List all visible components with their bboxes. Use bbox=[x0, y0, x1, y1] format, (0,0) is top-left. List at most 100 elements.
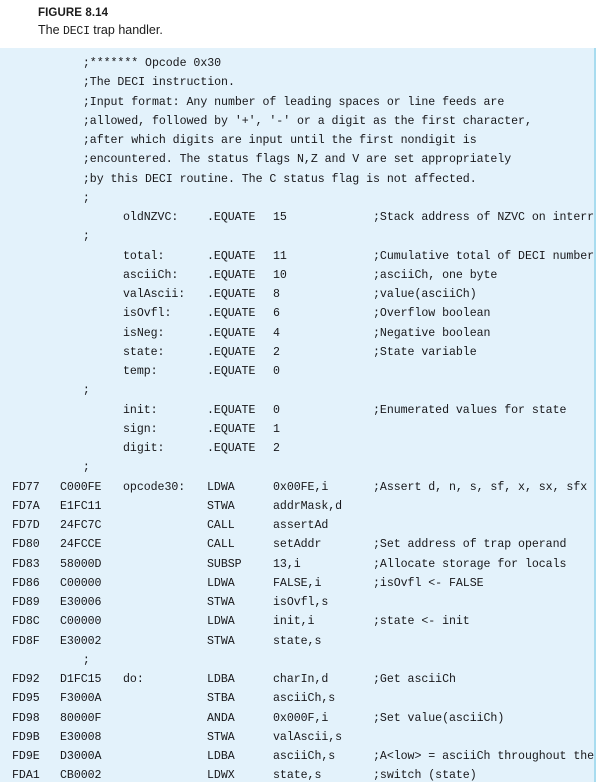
operand-cell: assertAd bbox=[273, 519, 329, 532]
listing-code-row: FD8C C00000 LDWA init,i ;state <- init bbox=[0, 612, 594, 631]
mnemonic-cell: STBA bbox=[207, 692, 235, 706]
symbol-cell: state: bbox=[123, 345, 165, 359]
object-code-cell: D1FC15 bbox=[60, 673, 102, 686]
mnemonic-cell: LDWX bbox=[207, 769, 235, 782]
mnemonic-cell: .EQUATE bbox=[207, 365, 256, 378]
mnemonic-cell: .EQUATE bbox=[207, 249, 256, 263]
mnemonic-cell: STWA bbox=[207, 499, 235, 513]
comment-text: ;allowed, followed by '+', '-' or a digi… bbox=[0, 114, 532, 128]
comment-cell: ;state <- init bbox=[373, 615, 470, 629]
address-cell: FDA1 bbox=[12, 769, 40, 782]
operand-cell: 0 bbox=[273, 365, 280, 378]
object-code-cell: E30002 bbox=[60, 634, 102, 648]
symbol-cell: sign: bbox=[123, 422, 158, 436]
listing-code-row: FD80 24FCCE CALL setAddr ;Set address of tra… bbox=[0, 535, 594, 554]
comment-text: ;encountered. The status flags N,Z and V… bbox=[0, 153, 512, 167]
object-code-cell: C00000 bbox=[60, 615, 102, 629]
operand-cell: state,s bbox=[273, 769, 322, 782]
mnemonic-cell: .EQUATE bbox=[207, 345, 256, 359]
operand-cell: 1 bbox=[273, 422, 280, 436]
object-code-cell: E1FC11 bbox=[60, 499, 102, 513]
listing-equate-row: init: .EQUATE 0 ;Enumerated values for stat… bbox=[0, 401, 594, 420]
mnemonic-cell: CALL bbox=[207, 538, 235, 552]
address-cell: FD7D bbox=[12, 519, 40, 532]
address-cell: FD77 bbox=[12, 480, 40, 494]
mnemonic-cell: CALL bbox=[207, 519, 235, 532]
mnemonic-cell: .EQUATE bbox=[207, 307, 256, 321]
comment-cell: ;Allocate storage for locals bbox=[373, 557, 567, 571]
comment-cell: ;Set address of trap operand bbox=[373, 538, 567, 552]
address-cell: FD8F bbox=[12, 634, 40, 648]
listing-code-row: FDA1 CB0002 LDWX state,s ;switch (state) bbox=[0, 766, 594, 782]
listing-comment-line: ; bbox=[0, 227, 594, 246]
listing-equate-row: digit: .EQUATE 2 bbox=[0, 439, 594, 458]
operand-cell: addrMask,d bbox=[273, 499, 343, 513]
object-code-cell: 58000D bbox=[60, 557, 102, 571]
operand-cell: 4 bbox=[273, 326, 280, 340]
symbol-cell: isOvfl: bbox=[123, 307, 172, 321]
listing-code-row: FD95 F3000A STBA asciiCh,s bbox=[0, 689, 594, 708]
mnemonic-cell: .EQUATE bbox=[207, 442, 256, 455]
mnemonic-cell: ANDA bbox=[207, 711, 235, 725]
listing-comment-line: ;The DECI instruction. bbox=[0, 73, 594, 92]
mnemonic-cell: .EQUATE bbox=[207, 403, 256, 417]
symbol-cell: opcode30: bbox=[123, 480, 186, 494]
symbol-cell: asciiCh: bbox=[123, 268, 179, 282]
listing-code-row: FD9B E30008 STWA valAscii,s bbox=[0, 728, 594, 747]
mnemonic-cell: LDBA bbox=[207, 673, 235, 686]
mnemonic-cell: LDWA bbox=[207, 480, 235, 494]
operand-cell: 15 bbox=[273, 211, 287, 224]
object-code-cell: 24FCCE bbox=[60, 538, 102, 552]
listing-code-row: FD86 C00000 LDWA FALSE,i ;isOvfl <- FALSE bbox=[0, 574, 594, 593]
object-code-cell: E30008 bbox=[60, 730, 102, 744]
symbol-cell: temp: bbox=[123, 365, 158, 378]
listing-comment-line: ;allowed, followed by '+', '-' or a digi… bbox=[0, 112, 594, 131]
listing-equate-row: oldNZVC: .EQUATE 15 ;Stack address of NZVC … bbox=[0, 208, 594, 227]
comment-cell: ;Set value(asciiCh) bbox=[373, 711, 505, 725]
listing-comment-line: ; bbox=[0, 381, 594, 400]
mnemonic-cell: LDWA bbox=[207, 576, 235, 590]
listing-code-row: FD98 80000F ANDA 0x000F,i ;Set value(asciiCh… bbox=[0, 709, 594, 728]
operand-cell: 10 bbox=[273, 268, 287, 282]
mnemonic-cell: STWA bbox=[207, 634, 235, 648]
listing-comment-line: ;encountered. The status flags N,Z and V… bbox=[0, 150, 594, 169]
operand-cell: 0x000F,i bbox=[273, 711, 329, 725]
operand-cell: 6 bbox=[273, 307, 280, 321]
object-code-cell: E30006 bbox=[60, 596, 102, 609]
mnemonic-cell: SUBSP bbox=[207, 557, 242, 571]
object-code-cell: F3000A bbox=[60, 692, 102, 706]
listing-code-row: FD77 C000FE opcode30: LDWA 0x00FE,i ;Assert d… bbox=[0, 478, 594, 497]
comment-cell: ;Stack address of NZVC on interrupt bbox=[373, 211, 596, 224]
operand-cell: 11 bbox=[273, 249, 287, 263]
operand-cell: 2 bbox=[273, 345, 280, 359]
address-cell: FD95 bbox=[12, 692, 40, 706]
comment-text: ; bbox=[0, 230, 90, 244]
symbol-cell: init: bbox=[123, 403, 158, 417]
listing-comment-line: ;Input format: Any number of leading spa… bbox=[0, 93, 594, 112]
symbol-cell: isNeg: bbox=[123, 326, 165, 340]
operand-cell: 8 bbox=[273, 288, 280, 301]
figure-label: FIGURE 8.14 bbox=[38, 7, 109, 19]
listing-equate-row: state: .EQUATE 2 ;State variable bbox=[0, 343, 594, 362]
caption-suffix: trap handler. bbox=[89, 23, 163, 37]
object-code-cell: C000FE bbox=[60, 480, 102, 494]
mnemonic-cell: .EQUATE bbox=[207, 211, 256, 224]
listing-comment-line: ;by this DECI routine. The C status flag… bbox=[0, 170, 594, 189]
listing-comment-line: ;******* Opcode 0x30 bbox=[0, 54, 594, 73]
address-cell: FD7A bbox=[12, 499, 40, 513]
listing-code-row: FD7D 24FC7C CALL assertAd bbox=[0, 516, 594, 535]
comment-text: ;The DECI instruction. bbox=[0, 76, 235, 90]
mnemonic-cell: .EQUATE bbox=[207, 268, 256, 282]
symbol-cell: digit: bbox=[123, 442, 165, 455]
address-cell: FD92 bbox=[12, 673, 40, 686]
address-cell: FD89 bbox=[12, 596, 40, 609]
figure-caption: The DECI trap handler. bbox=[38, 22, 596, 40]
operand-cell: 13,i bbox=[273, 557, 301, 571]
operand-cell: asciiCh,s bbox=[273, 750, 336, 763]
comment-cell: ;switch (state) bbox=[373, 769, 477, 782]
address-cell: FD9B bbox=[12, 730, 40, 744]
operand-cell: valAscii,s bbox=[273, 730, 343, 744]
comment-cell: ;Overflow boolean bbox=[373, 307, 491, 321]
comment-cell: ;asciiCh, one byte bbox=[373, 268, 498, 282]
operand-cell: asciiCh,s bbox=[273, 692, 336, 706]
